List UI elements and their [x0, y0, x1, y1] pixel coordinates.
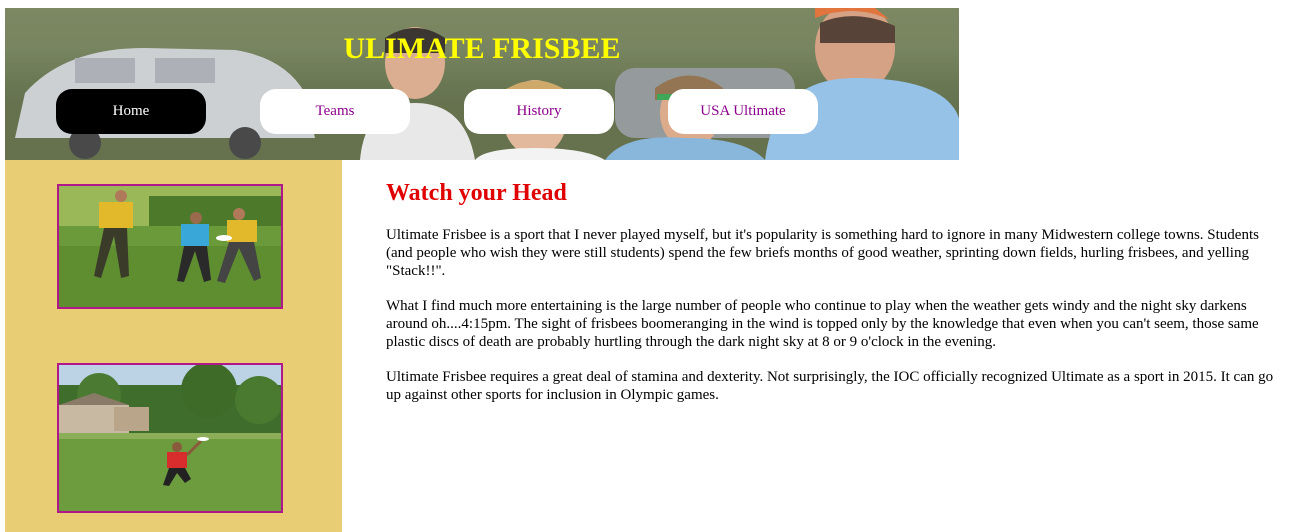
article-heading: Watch your Head	[386, 180, 567, 206]
site-title: ULIMATE FRISBEE	[343, 32, 621, 65]
nav-history-button[interactable]: History	[464, 89, 614, 134]
main-content: Watch your Head Ultimate Frisbee is a sp…	[386, 178, 1276, 421]
sidebar-photo-players	[57, 184, 283, 309]
article-paragraph: Ultimate Frisbee requires a great deal o…	[386, 369, 1274, 403]
sidebar-photo-catch	[57, 363, 283, 513]
article-paragraph: Ultimate Frisbee is a sport that I never…	[386, 227, 1259, 279]
header-banner: ULIMATE FRISBEE Home Teams History USA U…	[5, 8, 959, 160]
page: ULIMATE FRISBEE Home Teams History USA U…	[0, 0, 1289, 532]
nav-teams-button[interactable]: Teams	[260, 89, 410, 134]
sidebar	[5, 160, 342, 532]
article-paragraph: What I find much more entertaining is th…	[386, 298, 1259, 350]
nav-home-button[interactable]: Home	[56, 89, 206, 134]
banner-photo	[5, 8, 959, 160]
nav-usa-ultimate-button[interactable]: USA Ultimate	[668, 89, 818, 134]
